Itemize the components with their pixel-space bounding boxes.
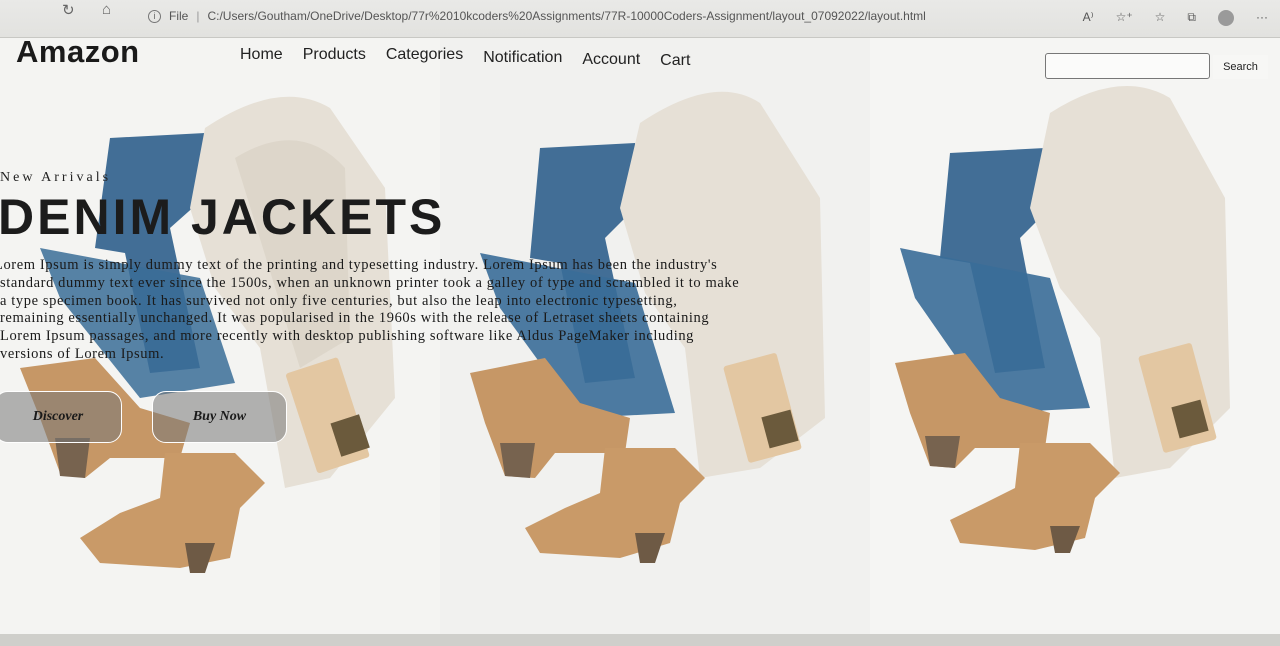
more-menu-icon[interactable]: ··· — [1256, 10, 1268, 26]
profile-avatar[interactable] — [1218, 10, 1234, 26]
site-logo[interactable]: Amazon — [16, 38, 140, 70]
file-label: File — [169, 9, 189, 23]
nav-notification[interactable]: Notification — [483, 49, 562, 70]
buy-now-button[interactable]: Buy Now — [152, 391, 287, 443]
search-button[interactable]: Search — [1213, 55, 1268, 79]
info-icon[interactable]: i — [148, 9, 161, 23]
search-input[interactable] — [1045, 53, 1210, 79]
nav-categories[interactable]: Categories — [386, 46, 463, 70]
add-favorite-icon[interactable]: ☆⁺ — [1116, 10, 1133, 26]
address-separator: | — [196, 9, 200, 23]
page: Amazon Home Products Categories Notifica… — [0, 38, 1280, 634]
nav-account[interactable]: Account — [582, 51, 640, 70]
url-text[interactable]: C:/Users/Goutham/OneDrive/Desktop/77r%20… — [207, 9, 925, 23]
discover-button[interactable]: Discover — [0, 391, 122, 443]
nav-products[interactable]: Products — [303, 46, 366, 70]
nav-cart[interactable]: Cart — [660, 52, 690, 70]
address-bar[interactable]: i File | C:/Users/Goutham/OneDrive/Deskt… — [148, 5, 1068, 27]
main-nav: Home Products Categories Notification Ac… — [240, 46, 690, 70]
hero-eyebrow: New Arrivals — [0, 170, 112, 185]
hero-description: Lorem Ipsum is simply dummy text of the … — [0, 257, 740, 362]
favorites-icon[interactable]: ☆ — [1155, 10, 1166, 26]
collections-icon[interactable]: ⧉ — [1187, 10, 1196, 26]
screen-bottom-edge — [0, 634, 1280, 646]
hero-photo-panel-3 — [870, 38, 1280, 634]
hero-headline: DENIM JACKETS — [0, 189, 446, 245]
read-aloud-icon[interactable]: A⁾ — [1083, 10, 1094, 26]
nav-home[interactable]: Home — [240, 46, 283, 70]
home-icon[interactable]: ⌂ — [102, 1, 111, 18]
refresh-icon[interactable]: ↻ — [62, 1, 75, 19]
browser-toolbar: ↻ ⌂ i File | C:/Users/Goutham/OneDrive/D… — [0, 0, 1280, 38]
clothing-photo-3 — [895, 86, 1230, 553]
browser-tools: A⁾ ☆⁺ ☆ ⧉ ··· — [1083, 10, 1268, 26]
